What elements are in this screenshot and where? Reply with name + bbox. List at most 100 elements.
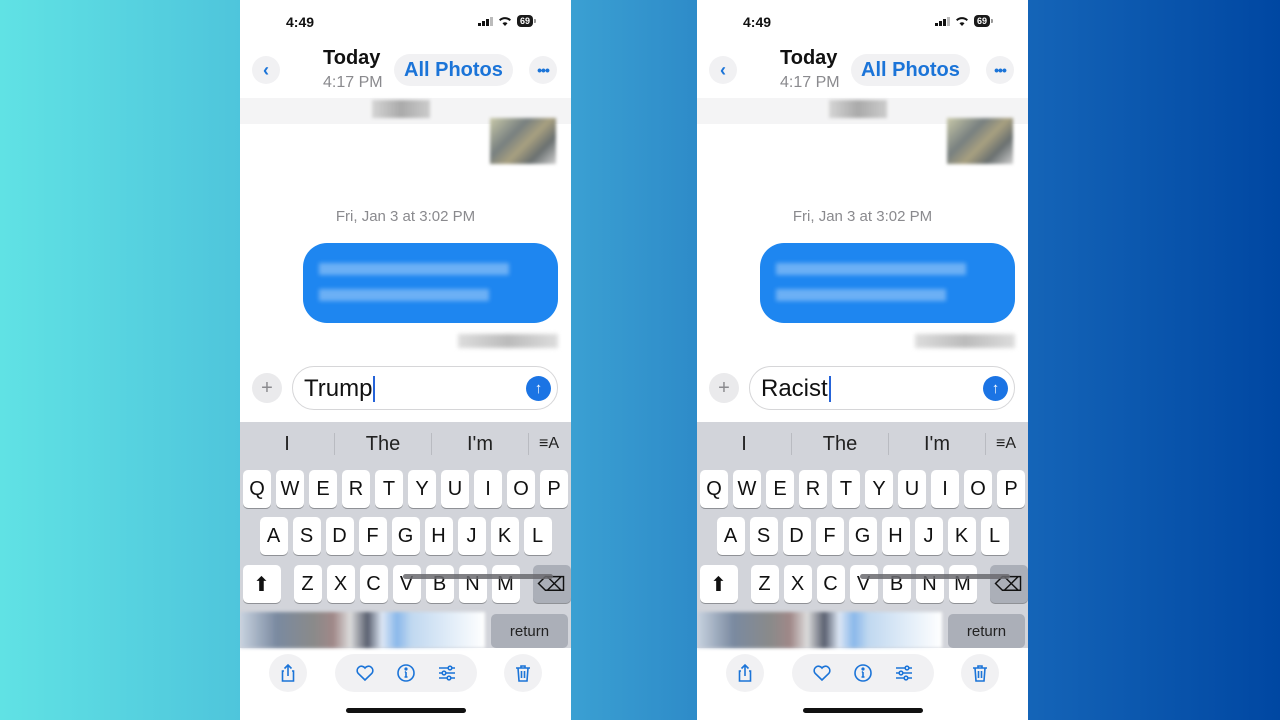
info-icon[interactable] — [853, 663, 873, 683]
key[interactable]: B — [882, 565, 911, 603]
suggestion[interactable]: I'm — [889, 433, 985, 456]
more-button[interactable]: ••• — [529, 56, 557, 84]
key[interactable]: D — [782, 517, 811, 555]
redacted-message — [372, 100, 430, 118]
key[interactable]: X — [783, 565, 812, 603]
share-button[interactable] — [726, 654, 764, 692]
key[interactable]: Z — [293, 565, 322, 603]
key[interactable]: D — [325, 517, 354, 555]
back-button[interactable]: ‹ — [252, 56, 280, 84]
text-format-icon[interactable]: ≡A — [986, 435, 1026, 453]
return-key[interactable]: return — [948, 614, 1025, 648]
add-attachment-button[interactable]: + — [252, 373, 282, 403]
key[interactable]: V — [849, 565, 878, 603]
key[interactable]: I — [931, 470, 959, 508]
key[interactable]: S — [292, 517, 321, 555]
suggestion[interactable]: I — [697, 433, 791, 456]
key[interactable]: O — [507, 470, 535, 508]
key[interactable]: P — [540, 470, 568, 508]
key[interactable]: C — [359, 565, 388, 603]
all-photos-button[interactable]: All Photos — [851, 54, 970, 86]
status-time: 4:49 — [286, 14, 315, 30]
adjust-icon[interactable] — [437, 663, 457, 683]
suggestion[interactable]: I'm — [432, 433, 528, 456]
key[interactable]: N — [915, 565, 944, 603]
key[interactable]: V — [392, 565, 421, 603]
key[interactable]: E — [766, 470, 794, 508]
key[interactable]: O — [964, 470, 992, 508]
key[interactable]: Z — [750, 565, 779, 603]
key[interactable]: M — [491, 565, 520, 603]
key[interactable]: J — [457, 517, 486, 555]
key[interactable]: C — [816, 565, 845, 603]
home-indicator[interactable] — [346, 708, 466, 713]
key[interactable]: K — [490, 517, 519, 555]
key[interactable]: X — [326, 565, 355, 603]
back-button[interactable]: ‹ — [709, 56, 737, 84]
key[interactable]: L — [523, 517, 552, 555]
key[interactable]: Q — [243, 470, 271, 508]
key[interactable]: A — [716, 517, 745, 555]
sent-message-bubble-redacted[interactable] — [303, 243, 558, 323]
phone-screenshot-right: 4:49 69 ‹ Today 4:17 PM All Photos ••• F… — [697, 0, 1028, 720]
key[interactable]: P — [997, 470, 1025, 508]
shift-key[interactable]: ⬆ — [699, 565, 738, 603]
key[interactable]: A — [259, 517, 288, 555]
key[interactable]: T — [832, 470, 860, 508]
key[interactable]: J — [914, 517, 943, 555]
key[interactable]: F — [815, 517, 844, 555]
redacted-photo-thumbnail[interactable] — [490, 118, 556, 164]
key[interactable]: B — [425, 565, 454, 603]
return-key[interactable]: return — [491, 614, 568, 648]
key[interactable]: R — [342, 470, 370, 508]
key[interactable]: T — [375, 470, 403, 508]
key[interactable]: L — [980, 517, 1009, 555]
share-button[interactable] — [269, 654, 307, 692]
key[interactable]: H — [881, 517, 910, 555]
sent-message-bubble-redacted[interactable] — [760, 243, 1015, 323]
key[interactable]: N — [458, 565, 487, 603]
key[interactable]: M — [948, 565, 977, 603]
suggestion[interactable]: The — [792, 433, 888, 456]
key[interactable]: E — [309, 470, 337, 508]
delete-key[interactable]: ⌫ — [989, 565, 1028, 603]
add-attachment-button[interactable]: + — [709, 373, 739, 403]
key[interactable]: W — [276, 470, 304, 508]
delete-photo-button[interactable] — [504, 654, 542, 692]
key[interactable]: R — [799, 470, 827, 508]
key[interactable]: G — [848, 517, 877, 555]
adjust-icon[interactable] — [894, 663, 914, 683]
key[interactable]: G — [391, 517, 420, 555]
key[interactable]: F — [358, 517, 387, 555]
heart-icon[interactable] — [812, 663, 832, 683]
key[interactable]: K — [947, 517, 976, 555]
cellular-signal-icon — [935, 16, 950, 26]
key[interactable]: U — [441, 470, 469, 508]
shift-key[interactable]: ⬆ — [242, 565, 281, 603]
key[interactable]: Y — [408, 470, 436, 508]
message-input[interactable]: Trump ↑ — [292, 366, 558, 410]
text-format-icon[interactable]: ≡A — [529, 435, 569, 453]
message-input[interactable]: Racist ↑ — [749, 366, 1015, 410]
suggestion[interactable]: The — [335, 433, 431, 456]
redacted-photo-thumbnail[interactable] — [947, 118, 1013, 164]
key[interactable]: I — [474, 470, 502, 508]
all-photos-button[interactable]: All Photos — [394, 54, 513, 86]
key[interactable]: W — [733, 470, 761, 508]
key[interactable]: H — [424, 517, 453, 555]
home-indicator[interactable] — [803, 708, 923, 713]
key[interactable]: Q — [700, 470, 728, 508]
suggestion[interactable]: I — [240, 433, 334, 456]
key[interactable]: U — [898, 470, 926, 508]
delete-key[interactable]: ⌫ — [532, 565, 571, 603]
heart-icon[interactable] — [355, 663, 375, 683]
key[interactable]: S — [749, 517, 778, 555]
delete-photo-button[interactable] — [961, 654, 999, 692]
message-input-text: Trump — [304, 375, 373, 402]
send-button[interactable]: ↑ — [526, 376, 551, 401]
send-button[interactable]: ↑ — [983, 376, 1008, 401]
info-icon[interactable] — [396, 663, 416, 683]
key[interactable]: Y — [865, 470, 893, 508]
chevron-left-icon: ‹ — [720, 59, 726, 80]
more-button[interactable]: ••• — [986, 56, 1014, 84]
